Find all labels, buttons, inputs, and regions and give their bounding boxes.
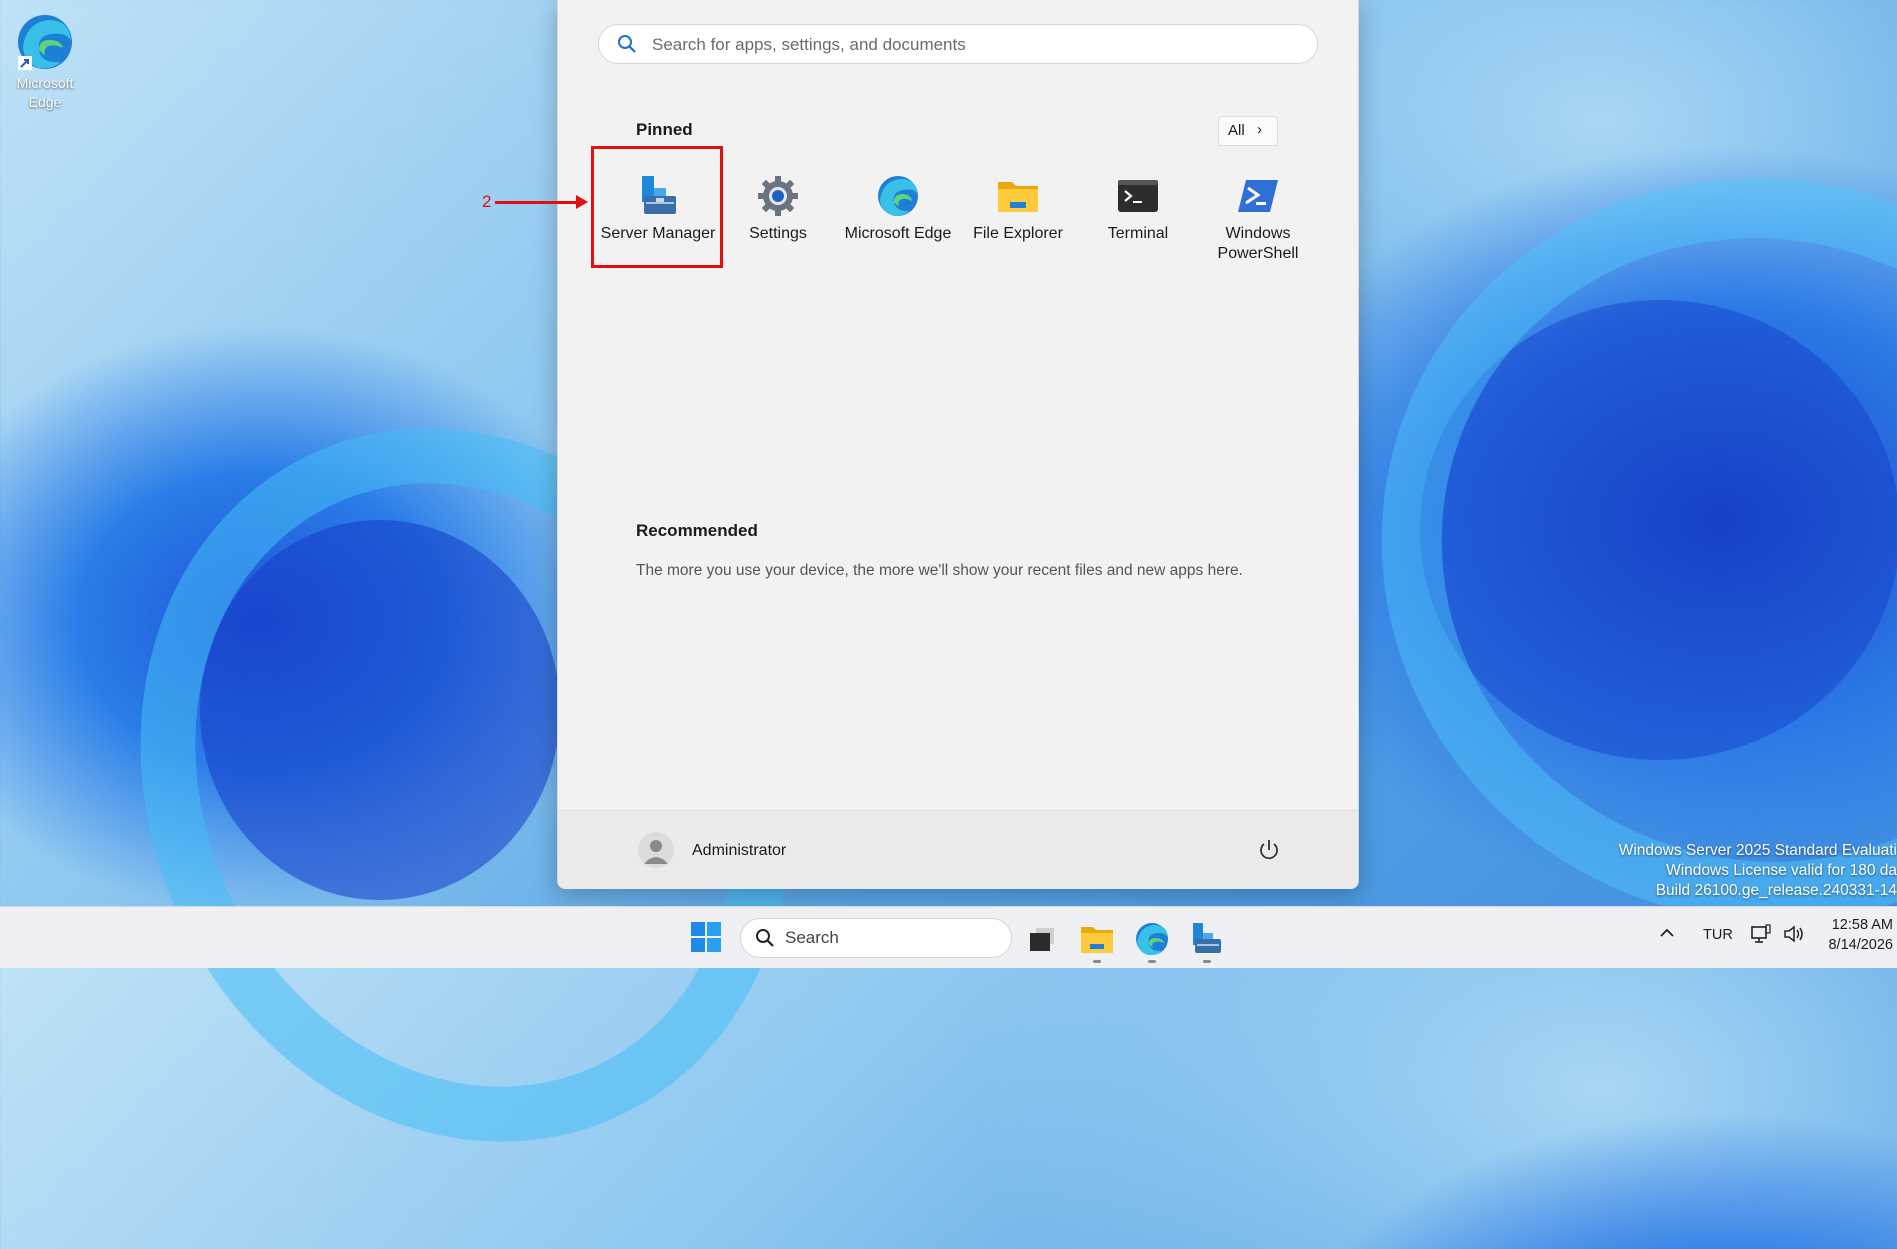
chevron-up-icon [1660,928,1674,937]
pinned-title: Pinned [636,120,693,139]
search-icon [755,928,775,948]
volume-icon[interactable] [1782,923,1806,949]
annotation-arrow-2 [495,195,588,209]
task-view-button[interactable] [1022,919,1062,959]
pinned-app-terminal[interactable]: Terminal [1078,168,1198,244]
task-view-icon [1030,928,1054,951]
app-label: Terminal [1107,225,1169,242]
edge-icon [1136,923,1168,956]
recommended-text: The more you use your device, the more w… [636,562,1243,579]
pinned-app-powershell[interactable]: Windows PowerShell [1198,168,1318,264]
desktop-icon-label: Microsoft Edge [16,75,74,110]
app-label: Settings [749,225,807,242]
edge-icon [876,174,920,218]
chevron-right-icon: › [1257,121,1262,138]
start-button[interactable] [686,917,726,957]
app-label: Microsoft Edge [844,225,952,242]
user-avatar[interactable] [638,832,674,868]
all-apps-button[interactable]: All › [1218,116,1278,146]
taskbar-file-explorer[interactable] [1077,919,1117,963]
edge-icon [15,12,75,72]
taskbar-search-label: Search [785,928,839,947]
show-hidden-icons-button[interactable] [1658,924,1676,946]
clock[interactable]: 12:58 AM 8/14/2026 [1828,915,1893,955]
taskbar-search[interactable]: Search [740,918,1012,958]
power-icon[interactable] [1256,837,1282,863]
search-placeholder: Search for apps, settings, and documents [652,35,966,54]
running-indicator [1148,960,1156,963]
start-search-input[interactable]: Search for apps, settings, and documents [598,24,1318,64]
pinned-app-settings[interactable]: Settings [718,168,838,244]
taskbar: Search TUR 12:58 AM 8/14/2026 [0,906,1897,968]
folder-icon [1081,927,1113,953]
watermark-line: Windows Server 2025 Standard Evaluati [1618,842,1897,859]
clock-time: 12:58 AM [1831,917,1893,933]
running-indicator [1093,960,1101,963]
app-label: Windows PowerShell [1217,225,1299,262]
language-indicator[interactable]: TUR [1703,927,1733,943]
wallpaper-shape [1420,300,1897,760]
desktop-watermark: Windows Server 2025 Standard Evaluati Wi… [1619,841,1897,901]
annotation-step-2: 2 [482,192,492,211]
pinned-app-edge[interactable]: Microsoft Edge [838,168,958,244]
recommended-title: Recommended [636,521,758,540]
app-label: File Explorer [973,225,1063,242]
watermark-line: Windows License valid for 180 da [1666,862,1897,879]
server-manager-icon [1193,923,1221,953]
terminal-icon [1116,174,1160,218]
all-apps-label: All [1228,122,1245,139]
search-icon [617,34,637,54]
taskbar-server-manager[interactable] [1187,919,1227,963]
gear-icon [756,174,800,218]
user-name[interactable]: Administrator [692,842,786,860]
network-icon[interactable] [1750,923,1772,949]
highlight-server-manager [591,146,723,268]
start-footer: Administrator [558,810,1358,889]
clock-date: 8/14/2026 [1828,937,1893,953]
wallpaper-shape [200,520,560,900]
desktop-icon-edge[interactable]: Microsoft Edge [6,12,84,112]
windows-logo-icon [691,922,721,952]
start-menu: Search for apps, settings, and documents… [557,0,1359,889]
pinned-app-file-explorer[interactable]: File Explorer [958,168,1078,244]
folder-icon [996,174,1040,218]
taskbar-edge[interactable] [1132,919,1172,963]
watermark-line: Build 26100.ge_release.240331-14 [1655,882,1897,899]
running-indicator [1203,960,1211,963]
powershell-icon [1236,174,1280,218]
